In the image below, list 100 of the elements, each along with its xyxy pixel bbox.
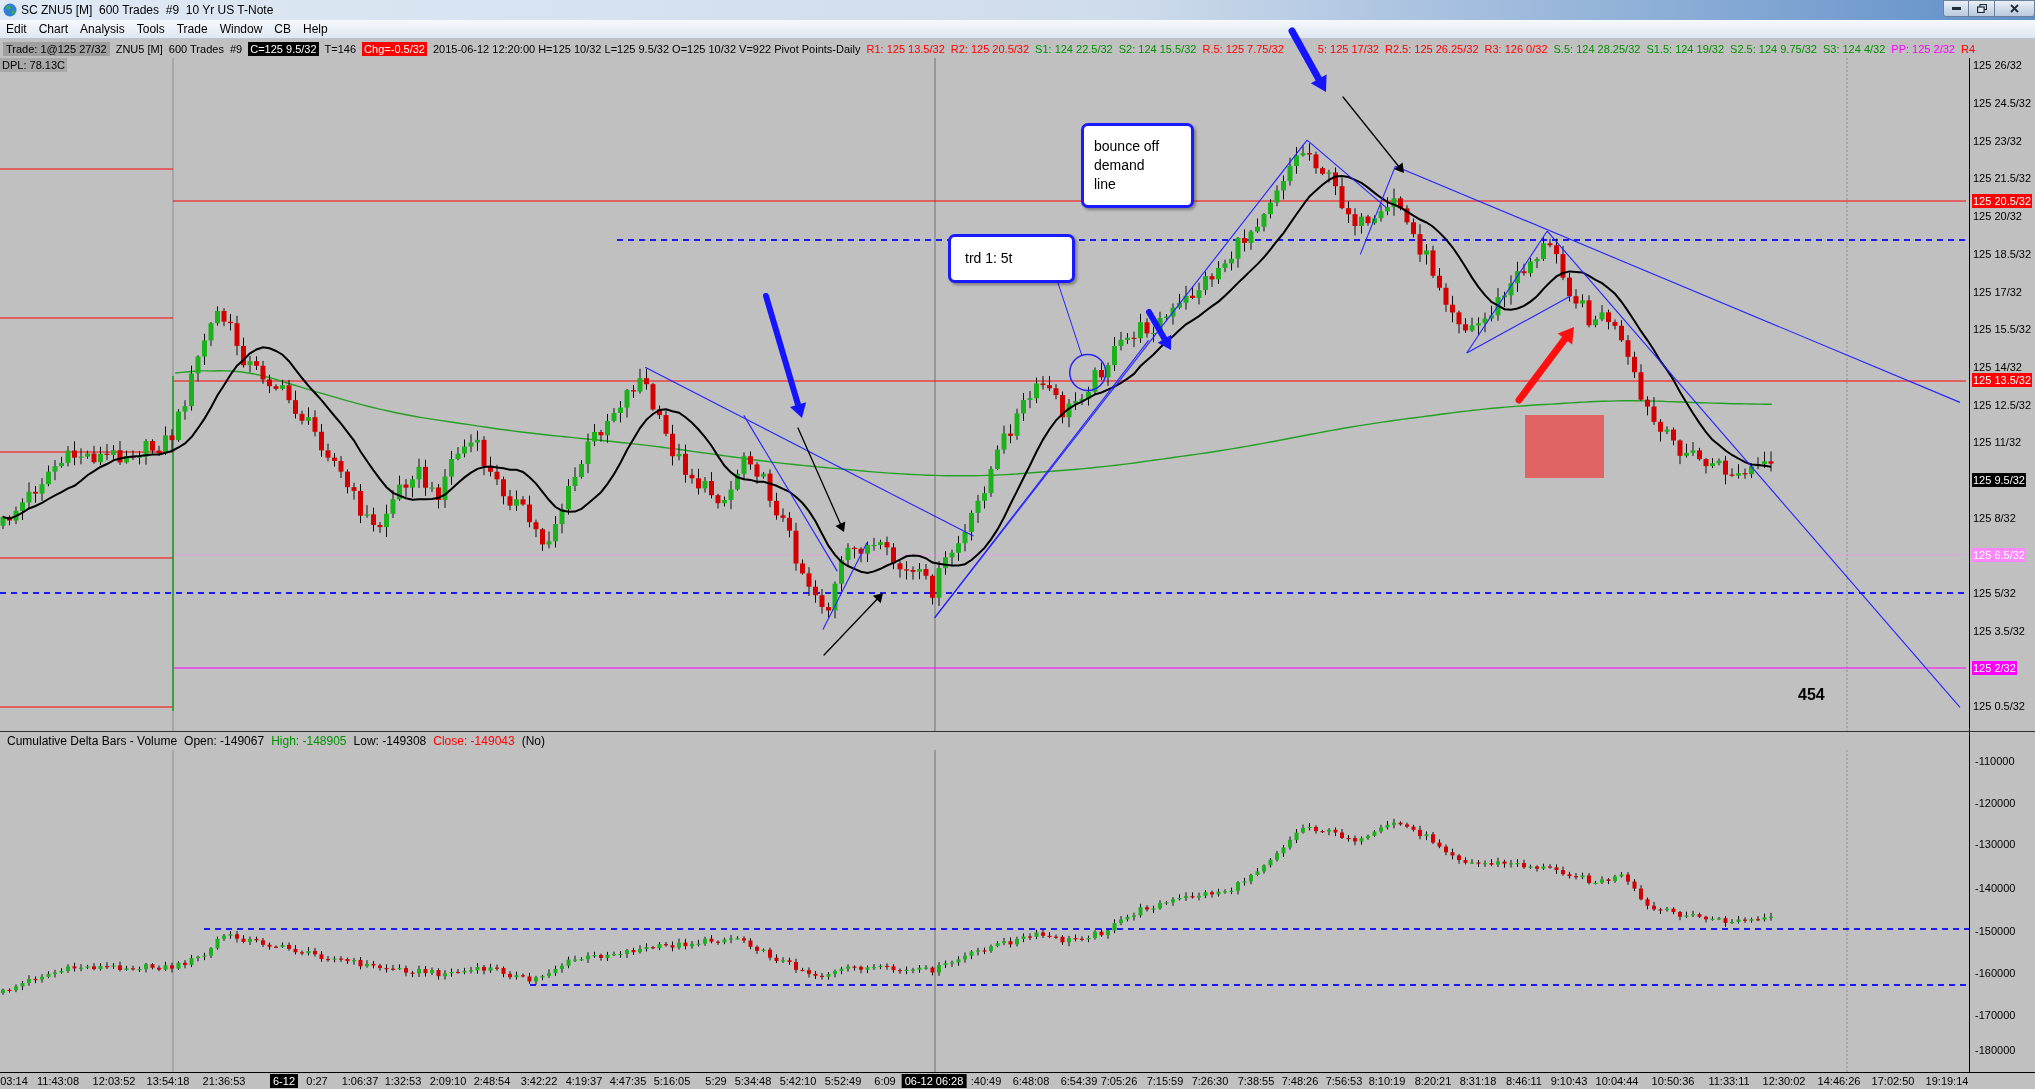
time-label: 2:09:10 — [429, 1074, 467, 1088]
minimize-button[interactable] — [1943, 0, 1969, 17]
time-label: 12:03:52 — [92, 1074, 136, 1088]
volume-label: -120000 — [1975, 796, 2016, 810]
price-label: 125 5/32 — [1973, 586, 2016, 600]
info-text: S1.5: 124 19/32 — [1646, 41, 1725, 56]
time-label: 7:15:59 — [1146, 1074, 1184, 1088]
time-label: 10:04:44 — [1595, 1074, 1639, 1088]
time-label: 7:05:26 — [1100, 1074, 1138, 1088]
time-label: 5:16:05 — [653, 1074, 691, 1088]
time-label: 13:54:18 — [146, 1074, 190, 1088]
status-label: Trade: 1@125 27/32 — [3, 41, 110, 56]
time-label: 11:33:11 — [1708, 1074, 1750, 1088]
info-text: S1: 124 22.5/32 — [1035, 41, 1113, 56]
info-text: R3: 126 0/32 — [1484, 41, 1548, 56]
time-label: 1:32:53 — [384, 1074, 422, 1088]
price-label: 125 15.5/32 — [1973, 322, 2032, 336]
restore-icon — [1976, 4, 1987, 13]
time-label: 8:46:11 — [1506, 1074, 1542, 1088]
indicator-text: Cumulative Delta Bars - Volume — [7, 733, 178, 749]
price-marker: 125 9.5/32 — [1972, 473, 2026, 487]
globe-icon — [3, 3, 17, 17]
price-marker: 125 2/32 — [1972, 661, 2017, 675]
info-text: S.5: 124 28.25/32 — [1553, 41, 1641, 56]
time-label: 7:48:26 — [1281, 1074, 1319, 1088]
price-label: 125 14/32 — [1973, 360, 2022, 374]
menu-item[interactable]: Edit — [0, 21, 33, 37]
info-text: R4 — [1960, 41, 1975, 56]
time-label: 17:02:50 — [1871, 1074, 1915, 1088]
time-label: 19:19:14 — [1925, 1074, 1969, 1088]
price-marker: 125 20.5/32 — [1972, 194, 2033, 208]
indicator-text: High: -148905 — [271, 733, 347, 749]
time-label: 10:50:36 — [1651, 1074, 1695, 1088]
info-text: 5: 125 17/32 — [1317, 41, 1379, 56]
time-label: 7:38:55 — [1237, 1074, 1275, 1088]
price-label: 125 0.5/32 — [1973, 699, 2025, 713]
annotation-arrow — [1288, 27, 1327, 92]
volume-label: -140000 — [1975, 881, 2016, 895]
time-label: 4:47:35 — [609, 1074, 647, 1088]
indicator-text: Low: -149308 — [353, 733, 427, 749]
price-label: 125 8/32 — [1973, 511, 2016, 525]
restore-button[interactable] — [1969, 0, 1995, 17]
indicator-text: Open: -149067 — [184, 733, 265, 749]
time-label: 12:30:02 — [1762, 1074, 1806, 1088]
price-label: 125 24.5/32 — [1973, 96, 2032, 110]
indicator-text: Close: -149043 — [433, 733, 515, 749]
time-label: 8:31:18 — [1459, 1074, 1497, 1088]
time-label: 5:29 — [705, 1074, 727, 1088]
close-button[interactable] — [1995, 0, 2035, 17]
time-label: 7:26:30 — [1191, 1074, 1229, 1088]
price-label: 125 18.5/32 — [1973, 247, 2032, 261]
info-text: R2.5: 125 26.25/32 — [1384, 41, 1479, 56]
info-text: S2.5: 124 9.75/32 — [1730, 41, 1817, 56]
price-label: 125 21.5/32 — [1973, 171, 2032, 185]
menu-item[interactable]: Tools — [130, 21, 171, 37]
annotation-arrow — [1146, 309, 1172, 350]
highlight-label: C=125 9.5/32 — [248, 41, 319, 56]
time-label: 06-12 06:28 — [901, 1074, 967, 1088]
menu-item[interactable]: Chart — [32, 21, 75, 37]
volume-label: -150000 — [1975, 924, 2016, 938]
callout-note: bounce off demand line — [1081, 123, 1194, 208]
time-label: 9:10:43 — [1550, 1074, 1588, 1088]
volume-label: -110000 — [1975, 754, 2015, 768]
time-label: 21:36:53 — [202, 1074, 246, 1088]
time-label: 5:52:49 — [824, 1074, 862, 1088]
menu-item[interactable]: CB — [268, 21, 297, 37]
bar-count-text: 454 — [1798, 685, 1825, 705]
time-label: 5:34:48 — [734, 1074, 772, 1088]
menu-item[interactable]: Trade — [170, 21, 214, 37]
time-label: :40:49 — [970, 1074, 1002, 1088]
annotation-arrow — [823, 593, 883, 656]
info-text: R.5: 125 7.75/32 — [1202, 41, 1284, 56]
highlight-label: Chg=-0.5/32 — [362, 41, 427, 56]
time-label: 4:19:37 — [565, 1074, 603, 1088]
info-text: S3: 124 4/32 — [1822, 41, 1886, 56]
price-label: 125 11/32 — [1973, 435, 2022, 449]
close-icon — [2010, 4, 2019, 13]
annotation-circle — [1068, 353, 1107, 392]
callout-note: trd 1: 5t — [948, 234, 1075, 283]
time-label: 11:43:08 — [37, 1074, 79, 1088]
menu-item[interactable]: Window — [213, 21, 269, 37]
time-label: 6:54:39 — [1060, 1074, 1098, 1088]
volume-label: -180000 — [1975, 1043, 2016, 1057]
time-label: 8:20:21 — [1414, 1074, 1452, 1088]
time-label: 6:48:08 — [1012, 1074, 1050, 1088]
info-text: S2: 124 15.5/32 — [1118, 41, 1197, 56]
info-text: R1: 125 13.5/32 — [866, 41, 945, 56]
time-label: 6:09 — [874, 1074, 896, 1088]
price-label: 125 12.5/32 — [1973, 398, 2032, 412]
price-label: 125 26/32 — [1973, 58, 2022, 72]
time-label: 8:10:19 — [1368, 1074, 1406, 1088]
study-label: DPL: 78.13C — [0, 58, 67, 72]
menu-item[interactable]: Help — [297, 21, 334, 37]
window-title: SC ZNU5 [M] 600 Trades #9 10 Yr US T-Note — [21, 2, 274, 19]
time-label: 7:56:53 — [1325, 1074, 1363, 1088]
time-label: 3:42:22 — [520, 1074, 558, 1088]
price-label: 125 20/32 — [1973, 209, 2022, 223]
info-text: 2015-06-12 12:20:00 H=125 10/32 L=125 9.5/32 O=125 10/32 V=922 Pivot Points-Daily — [432, 41, 861, 56]
menu-item[interactable]: Analysis — [74, 21, 131, 37]
volume-label: -170000 — [1975, 1008, 2016, 1022]
